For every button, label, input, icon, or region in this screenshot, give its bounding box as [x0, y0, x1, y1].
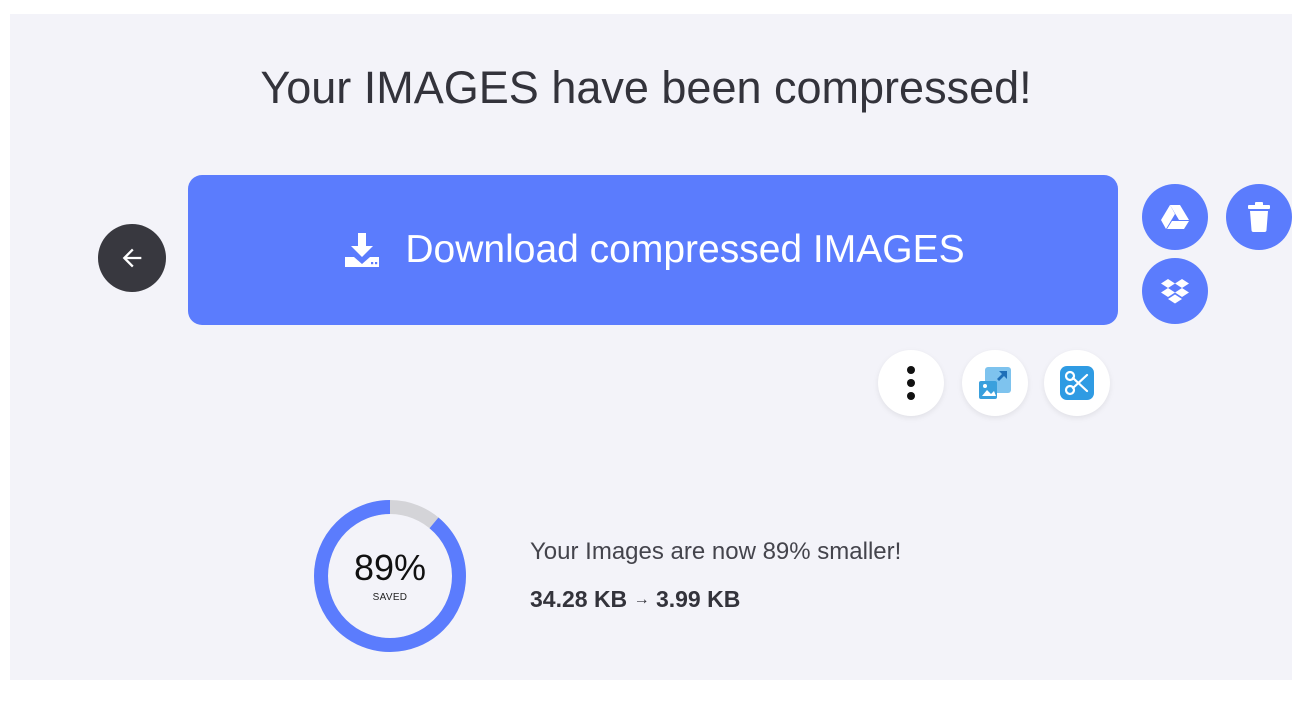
trash-icon — [1247, 202, 1271, 232]
size-arrow: → — [633, 591, 650, 608]
size-comparison: 34.28 KB → 3.99 KB — [530, 586, 740, 613]
savings-summary: Your Images are now 89% smaller! — [530, 538, 902, 565]
crop-image-button[interactable] — [1044, 350, 1110, 416]
delete-button[interactable] — [1226, 184, 1292, 250]
page-title: Your IMAGES have been compressed! — [260, 62, 1032, 113]
compressed-size: 3.99 KB — [655, 586, 741, 612]
original-size: 34.28 KB — [530, 586, 628, 612]
back-button[interactable] — [98, 224, 166, 292]
arrow-left-icon — [118, 244, 146, 272]
scissors-icon — [1060, 366, 1094, 400]
percent-saved: 89% — [353, 546, 427, 588]
dropbox-button[interactable] — [1142, 258, 1208, 324]
vertical-dots-icon — [906, 365, 916, 401]
download-label: Download compressed IMAGES — [405, 228, 965, 271]
saved-caption: SAVED — [372, 591, 408, 603]
download-icon — [341, 229, 383, 271]
ring-label: 89% SAVED — [312, 498, 468, 654]
resize-image-button[interactable] — [962, 350, 1028, 416]
resize-image-icon — [977, 365, 1013, 401]
dropbox-icon — [1160, 277, 1190, 305]
google-drive-icon — [1160, 203, 1190, 231]
more-options-button[interactable] — [878, 350, 944, 416]
google-drive-button[interactable] — [1142, 184, 1208, 250]
download-button[interactable]: Download compressed IMAGES — [188, 175, 1118, 325]
